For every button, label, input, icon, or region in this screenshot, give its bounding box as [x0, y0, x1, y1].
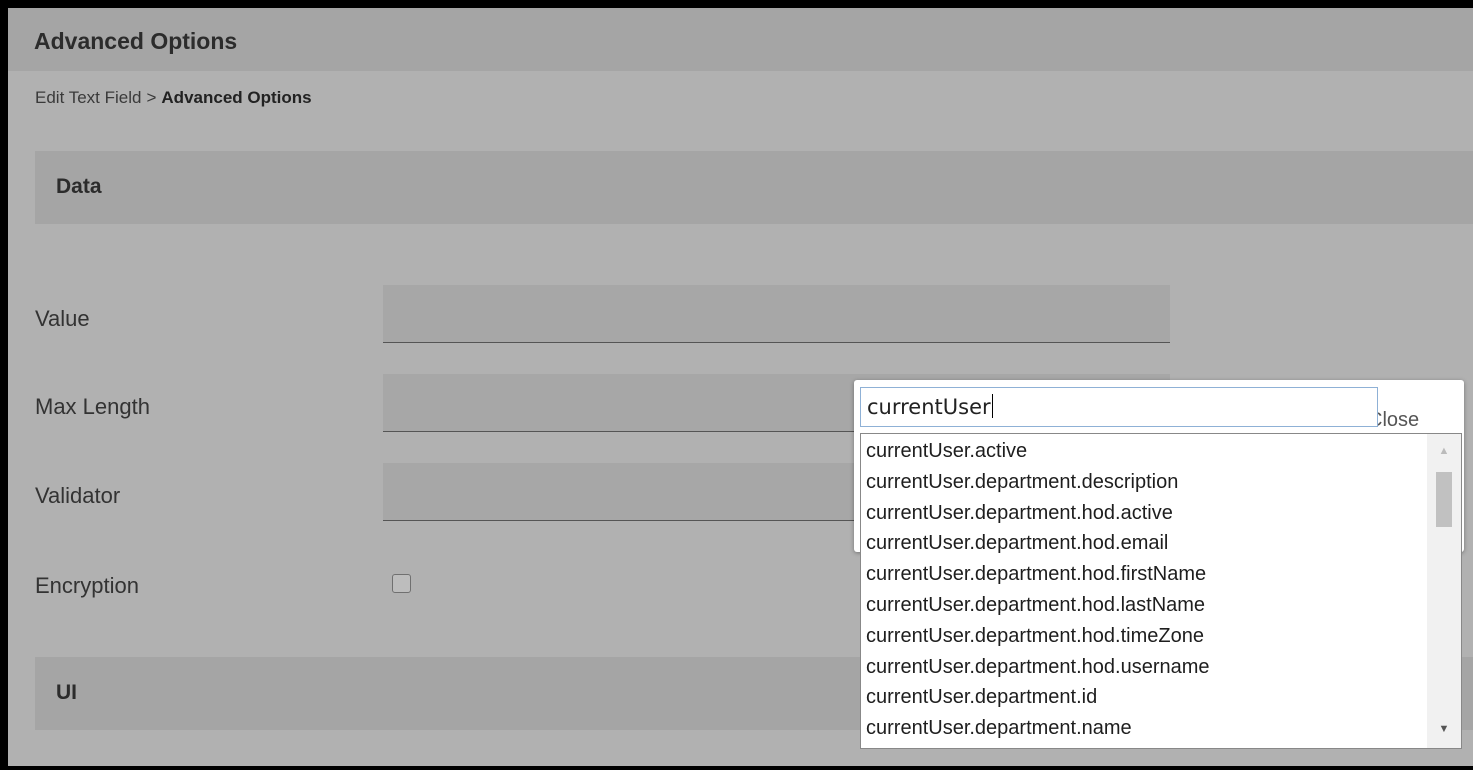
encryption-label: Encryption: [35, 573, 139, 598]
expression-input[interactable]: currentUser: [860, 387, 1378, 427]
autocomplete-list: currentUser.active currentUser.department…: [860, 433, 1462, 749]
section-data-title: Data: [56, 175, 102, 198]
suggestion-item[interactable]: currentUser.active: [866, 436, 1425, 467]
suggestion-item[interactable]: currentUser.department.hod.firstName: [866, 559, 1425, 590]
expression-input-text: currentUser: [867, 395, 991, 419]
validator-label: Validator: [35, 483, 121, 508]
suggestion-item[interactable]: currentUser.department.hod.lastName: [866, 590, 1425, 621]
encryption-checkbox[interactable]: [392, 574, 411, 593]
text-caret: [991, 394, 993, 418]
value-input[interactable]: [383, 285, 1170, 343]
value-label: Value: [35, 306, 90, 331]
section-data[interactable]: Data: [35, 151, 1473, 224]
suggestion-item[interactable]: currentUser.department.description: [866, 467, 1425, 498]
suggestion-items: currentUser.active currentUser.department…: [866, 436, 1425, 744]
dialog-header: Advanced Options: [8, 8, 1473, 71]
suggestion-item[interactable]: currentUser.department.id: [866, 682, 1425, 713]
scroll-up-icon[interactable]: ▲: [1427, 438, 1461, 464]
close-button[interactable]: Close: [1368, 409, 1452, 433]
breadcrumb-current: Advanced Options: [161, 88, 312, 107]
suggestion-item[interactable]: currentUser.department.name: [866, 713, 1425, 744]
scroll-down-icon[interactable]: ▼: [1427, 716, 1461, 742]
breadcrumb-parent[interactable]: Edit Text Field: [35, 88, 141, 107]
suggestion-item[interactable]: currentUser.department.hod.timeZone: [866, 621, 1425, 652]
list-scrollbar[interactable]: ▲ ▼: [1427, 434, 1461, 748]
section-ui-title: UI: [56, 681, 77, 704]
breadcrumb-separator: >: [146, 88, 157, 107]
suggestion-item[interactable]: currentUser.department.hod.username: [866, 652, 1425, 683]
suggestion-item[interactable]: currentUser.department.hod.email: [866, 528, 1425, 559]
scroll-thumb[interactable]: [1436, 472, 1452, 527]
suggestion-item[interactable]: currentUser.department.hod.active: [866, 498, 1425, 529]
advanced-options-dialog: Advanced Options Edit Text Field > Advance…: [0, 0, 1473, 770]
max-length-label: Max Length: [35, 394, 150, 419]
breadcrumb: Edit Text Field > Advanced Options: [35, 88, 312, 108]
dialog-title: Advanced Options: [34, 28, 238, 54]
